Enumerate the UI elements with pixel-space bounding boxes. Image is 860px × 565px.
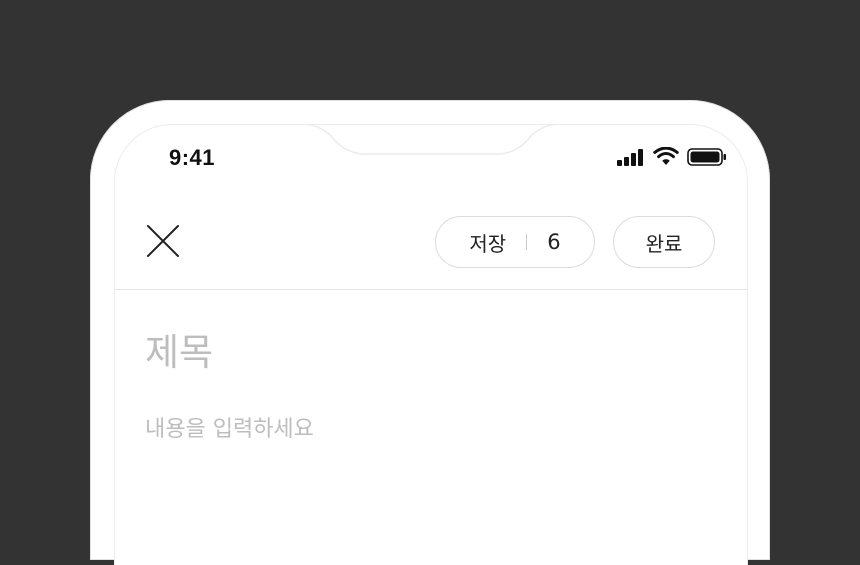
phone-screen: 9:41 저장 6 완료 제목 내용을 입력하세요 — [114, 124, 748, 565]
battery-icon — [687, 148, 727, 170]
signal-icon — [617, 148, 645, 170]
done-label: 완료 — [645, 231, 683, 256]
save-button[interactable]: 저장 6 — [435, 216, 595, 268]
save-label: 저장 — [469, 231, 507, 256]
wifi-icon — [653, 146, 679, 171]
done-button[interactable]: 완료 — [613, 216, 715, 268]
content-input[interactable] — [145, 417, 705, 442]
close-icon — [147, 225, 179, 257]
save-divider — [526, 234, 528, 250]
close-button[interactable] — [143, 221, 183, 261]
notch — [301, 125, 561, 156]
status-icons — [617, 146, 727, 171]
title-input[interactable] — [145, 331, 705, 374]
phone-frame: 9:41 저장 6 완료 제목 내용을 입력하세요 — [90, 100, 770, 565]
status-time: 9:41 — [169, 145, 216, 170]
editor-toolbar: 저장 6 완료 — [115, 195, 747, 290]
save-count-badge: 6 — [547, 230, 561, 254]
